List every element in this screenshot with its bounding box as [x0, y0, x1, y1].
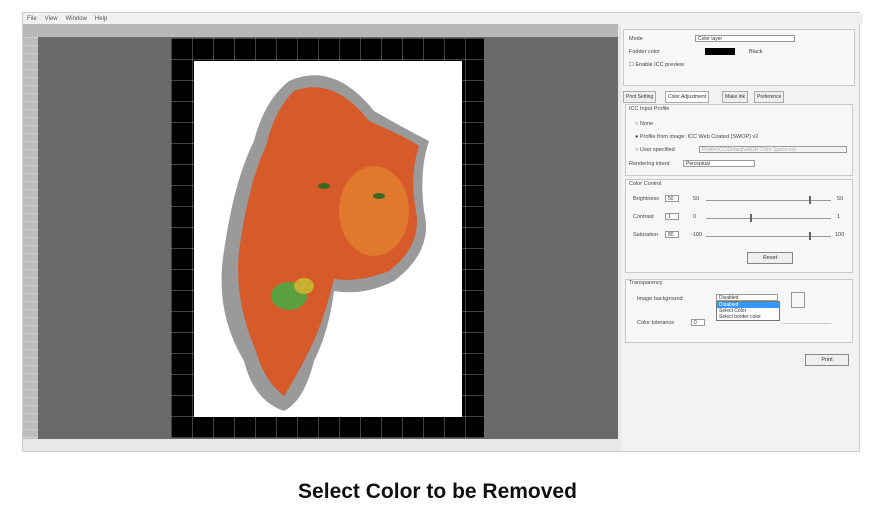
- mode-value: Color layer: [698, 36, 723, 42]
- contrast-label: Contrast: [633, 214, 654, 220]
- brightness-input[interactable]: 50: [665, 195, 679, 202]
- menu-file[interactable]: File: [27, 16, 37, 22]
- rendering-intent-select[interactable]: Perceptual: [683, 160, 755, 167]
- icc-from-image-value: ICC Web Coated (SWOP) v2: [687, 134, 759, 140]
- transparency-title: Transparency: [629, 280, 663, 286]
- fodder-color-value: Black: [749, 49, 763, 55]
- tab-color-adjustment[interactable]: Color Adjustment: [665, 91, 710, 103]
- contrast-slider[interactable]: [706, 214, 831, 222]
- icc-title: ICC Input Profile: [629, 106, 670, 112]
- image-background-label: Image background: [637, 296, 683, 302]
- menu-window[interactable]: Window: [66, 16, 87, 22]
- color-tolerance-input[interactable]: 0: [691, 319, 705, 326]
- tab-print-setting[interactable]: Print Setting: [623, 91, 657, 103]
- page-preview[interactable]: [194, 61, 462, 417]
- brightness-label: Brightness: [633, 196, 659, 202]
- brightness-slider[interactable]: [706, 196, 831, 204]
- contrast-max: 1: [837, 214, 841, 220]
- menu-view[interactable]: View: [45, 16, 58, 22]
- menu-help[interactable]: Help: [95, 16, 107, 22]
- saturation-label: Saturation: [633, 232, 659, 238]
- icc-none-radio[interactable]: ○ None: [635, 121, 653, 127]
- icc-preview-checkbox[interactable]: ☐ Enable ICC preview: [629, 62, 684, 68]
- brightness-thumb[interactable]: [808, 196, 811, 204]
- color-control-group: [625, 179, 853, 273]
- fodder-color-swatch[interactable]: [705, 48, 735, 55]
- saturation-slider[interactable]: [706, 232, 831, 240]
- fodder-color-label: Fodder color: [629, 49, 660, 55]
- option-select-border-color[interactable]: Select border color: [717, 314, 779, 320]
- settings-panel: Mode Color layer Fodder color Black ☐ En…: [621, 24, 859, 451]
- eyedropper-icon[interactable]: [791, 292, 805, 308]
- icc-user-radio[interactable]: ○ User specified: [635, 147, 675, 153]
- mode-select[interactable]: Color layer: [695, 35, 795, 42]
- vertical-ruler: [23, 37, 38, 439]
- contrast-thumb[interactable]: [749, 214, 752, 222]
- icc-none-label: None: [639, 121, 654, 127]
- rendering-intent-label: Rendering intent: [629, 161, 670, 167]
- image-background-dropdown: Disabled Select Color Select border colo…: [716, 301, 780, 321]
- icc-from-image-radio[interactable]: ● Profile from image: ICC Web Coated (SW…: [635, 134, 758, 140]
- contrast-min: 0: [693, 214, 697, 220]
- icc-user-label: User specified: [639, 147, 675, 153]
- tab-make-ink[interactable]: Make ink: [722, 91, 749, 103]
- color-control-title: Color Control: [629, 181, 662, 187]
- mode-label: Mode: [629, 36, 643, 42]
- caption: Select Color to be Removed: [298, 480, 577, 503]
- icc-user-path[interactable]: Profile\ICC\Default\sRGB Color Space.icm: [699, 146, 847, 153]
- saturation-input[interactable]: 80: [665, 231, 679, 238]
- toolbar: [23, 24, 618, 37]
- color-tolerance-slider[interactable]: [781, 323, 831, 324]
- contrast-input[interactable]: 1: [665, 213, 679, 220]
- print-button[interactable]: Print: [805, 354, 849, 366]
- tab-preference[interactable]: Preference: [754, 91, 785, 103]
- brightness-max: 50: [837, 196, 844, 202]
- color-tolerance-label: Color tolerance: [637, 320, 675, 326]
- menu-bar: File View Window Help: [23, 13, 863, 24]
- app-window: File View Window Help Mode Color layer F…: [22, 12, 863, 452]
- icc-preview-label: Enable ICC preview: [635, 62, 685, 68]
- brightness-min: 50: [693, 196, 700, 202]
- image-background-select[interactable]: Disabled: [716, 294, 778, 301]
- leopard-image: [221, 75, 429, 412]
- saturation-max: 100: [835, 232, 845, 238]
- saturation-min: -100: [691, 232, 703, 238]
- reset-button[interactable]: Reset: [747, 252, 793, 264]
- icc-from-image-label: Profile from image:: [639, 134, 687, 140]
- saturation-thumb[interactable]: [808, 232, 811, 240]
